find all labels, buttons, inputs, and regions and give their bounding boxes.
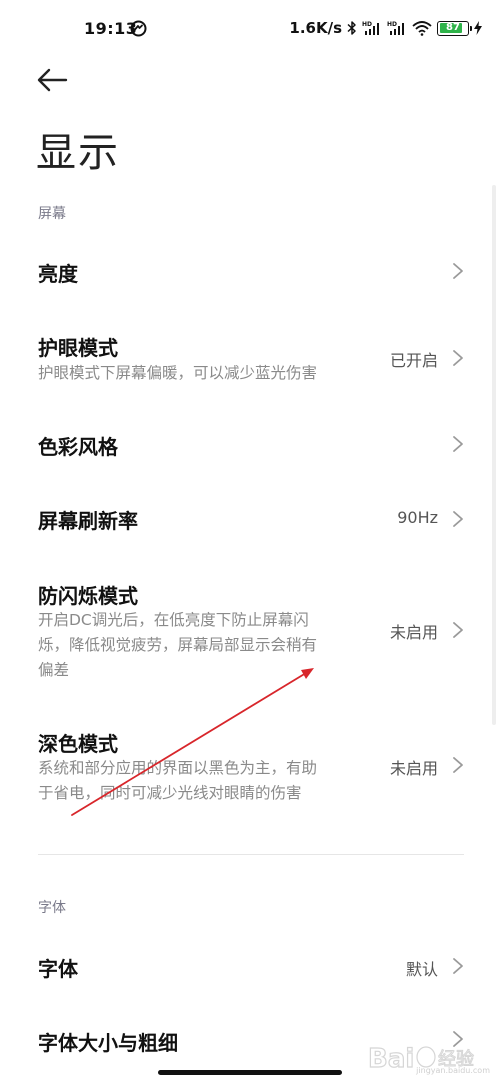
setting-title: 字体 <box>38 957 78 981</box>
hd-signal-icon: HD <box>362 21 379 35</box>
setting-title: 护眼模式 <box>38 336 118 360</box>
watermark-url: jingyan.baidu.com <box>416 1066 490 1075</box>
setting-description-line: 系统和部分应用的界面以黑色为主，有助 <box>38 759 318 777</box>
chevron-right-icon <box>453 350 463 366</box>
setting-description-line: 于省电，同时可减少光线对眼睛的伤害 <box>38 784 302 802</box>
setting-title: 深色模式 <box>38 732 118 756</box>
setting-color-style[interactable]: 色彩风格 <box>0 412 500 474</box>
setting-description: 护眼模式下屏幕偏暖，可以减少蓝光伤害 <box>38 364 318 382</box>
status-indicators: 1.6K/s HD HD 87 <box>289 18 482 38</box>
battery-level: 87 <box>446 21 460 33</box>
setting-value: 未启用 <box>389 623 438 642</box>
setting-description-line: 烁，降低视觉疲劳，屏幕局部显示会稍有 <box>38 636 318 654</box>
setting-title: 屏幕刷新率 <box>38 509 138 533</box>
setting-refresh-rate[interactable]: 屏幕刷新率 90Hz <box>0 487 500 549</box>
battery-icon: 87 <box>437 20 472 36</box>
wifi-icon <box>412 21 432 36</box>
chevron-right-icon <box>453 757 463 773</box>
setting-eye-care-mode[interactable]: 护眼模式 护眼模式下屏幕偏暖，可以减少蓝光伤害 已开启 <box>0 318 500 398</box>
setting-title: 色彩风格 <box>38 435 118 459</box>
setting-value: 90Hz <box>397 508 438 527</box>
battery-tip <box>469 25 472 31</box>
setting-anti-flicker-mode[interactable]: 防闪烁模式 开启DC调光后，在低亮度下防止屏幕闪 烁，降低视觉疲劳，屏幕局部显示… <box>0 566 500 696</box>
section-header-font: 字体 <box>38 900 66 916</box>
chevron-right-icon <box>453 958 463 974</box>
bluetooth-icon <box>347 21 356 35</box>
setting-title: 防闪烁模式 <box>38 584 138 608</box>
setting-value: 已开启 <box>389 351 438 370</box>
setting-title: 亮度 <box>38 262 78 286</box>
setting-brightness[interactable]: 亮度 <box>0 240 500 302</box>
setting-description-line: 开启DC调光后，在低亮度下防止屏幕闪 <box>38 611 309 629</box>
setting-title: 字体大小与粗细 <box>38 1031 178 1055</box>
home-indicator[interactable] <box>158 1070 342 1075</box>
setting-font[interactable]: 字体 默认 <box>0 935 500 997</box>
back-arrow-icon[interactable] <box>36 66 70 94</box>
chevron-right-icon <box>453 263 463 279</box>
app-notification-icon <box>130 20 147 37</box>
network-speed: 1.6K/s <box>289 19 342 37</box>
hd-signal-icon: HD <box>387 21 404 35</box>
chevron-right-icon <box>453 436 463 452</box>
chevron-right-icon <box>453 511 463 527</box>
setting-value: 未启用 <box>389 759 438 778</box>
setting-description-line: 偏差 <box>38 661 70 679</box>
svg-text:HD: HD <box>387 21 397 28</box>
page-title: 显示 <box>36 130 120 176</box>
charging-icon <box>474 21 482 35</box>
status-bar: 19:13 1.6K/s HD HD 87 <box>0 0 500 58</box>
svg-text:Bai: Bai <box>368 1044 414 1074</box>
setting-value: 默认 <box>405 960 438 979</box>
chevron-right-icon <box>453 622 463 638</box>
section-header-screen: 屏幕 <box>38 206 66 222</box>
setting-dark-mode[interactable]: 深色模式 系统和部分应用的界面以黑色为主，有助 于省电，同时可减少光线对眼睛的伤… <box>0 714 500 818</box>
svg-text:HD: HD <box>362 21 372 28</box>
section-divider <box>38 854 464 855</box>
